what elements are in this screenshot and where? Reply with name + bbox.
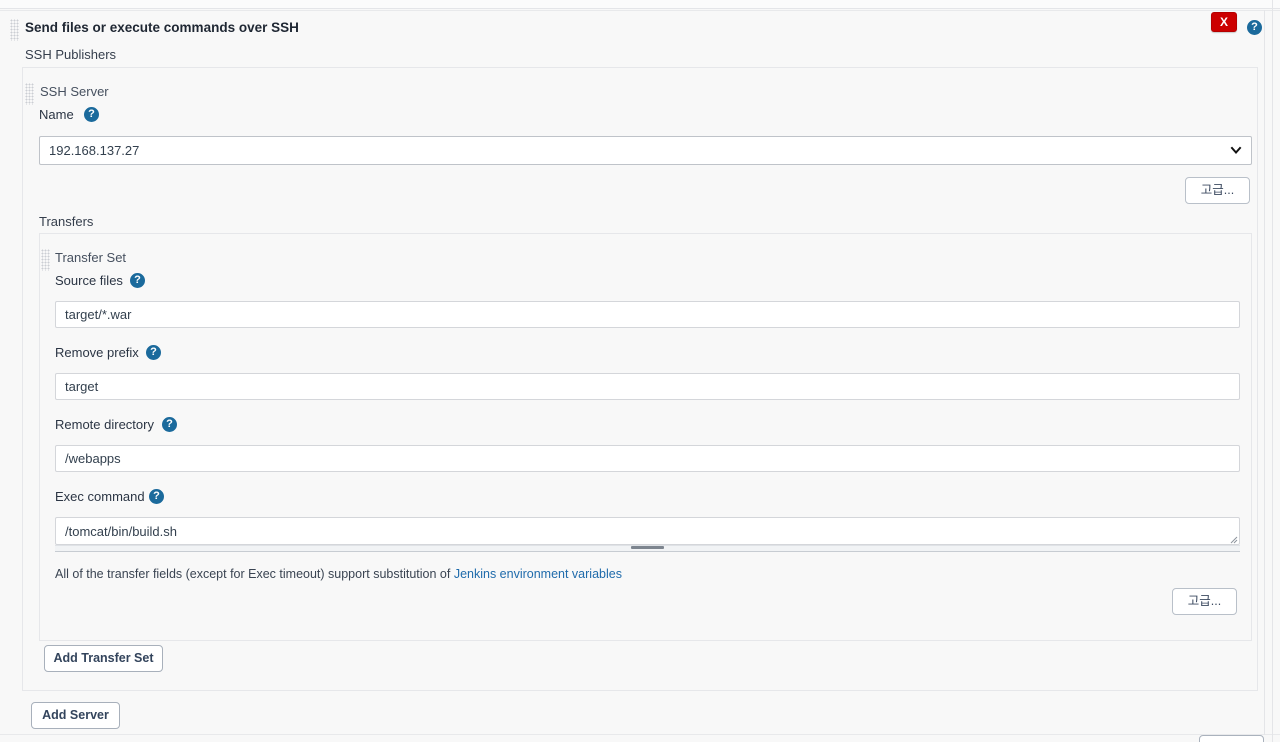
transfer-set-advanced-button[interactable]: 고급... — [1172, 588, 1237, 615]
ssh-publisher-configuration-page: Send files or execute commands over SSH … — [0, 0, 1280, 742]
transfer-set-label: Transfer Set — [55, 250, 127, 265]
top-strip-divider — [0, 0, 1280, 9]
remote-directory-help-icon[interactable]: ? — [162, 417, 177, 432]
bottom-partial-button[interactable] — [1199, 735, 1264, 742]
ssh-server-label: SSH Server — [40, 84, 109, 99]
ssh-publishers-label: SSH Publishers — [25, 47, 117, 62]
right-border-line — [1264, 10, 1265, 735]
exec-command-scrollbar-thumb[interactable] — [631, 546, 664, 549]
remove-prefix-help-icon[interactable]: ? — [146, 345, 161, 360]
page-title: Send files or execute commands over SSH — [25, 20, 299, 35]
exec-command-help-icon[interactable]: ? — [149, 489, 164, 504]
exec-command-textarea[interactable] — [55, 517, 1240, 545]
exec-command-label: Exec command — [55, 489, 145, 504]
source-files-help-icon[interactable]: ? — [130, 273, 145, 288]
remote-directory-label: Remote directory — [55, 417, 154, 432]
add-server-button[interactable]: Add Server — [31, 702, 120, 729]
add-transfer-set-button[interactable]: Add Transfer Set — [44, 645, 163, 672]
delete-publisher-button[interactable]: X — [1211, 12, 1237, 32]
help-question-icon[interactable]: ? — [1247, 20, 1262, 35]
transfers-label: Transfers — [39, 214, 94, 229]
remote-directory-input[interactable] — [55, 445, 1240, 472]
server-name-select[interactable]: 192.168.137.27 — [39, 136, 1252, 165]
server-name-help-icon[interactable]: ? — [84, 107, 99, 122]
server-advanced-button[interactable]: 고급... — [1185, 177, 1250, 204]
ssh-server-drag-handle[interactable] — [25, 83, 34, 105]
server-name-label: Name — [39, 107, 74, 122]
transfer-set-drag-handle[interactable] — [41, 249, 50, 271]
remove-prefix-input[interactable] — [55, 373, 1240, 400]
jenkins-environment-variables-link[interactable]: Jenkins environment variables — [454, 567, 622, 581]
remove-prefix-label: Remove prefix — [55, 345, 139, 360]
scrollbar-edge-line — [1272, 0, 1273, 742]
environment-variables-note: All of the transfer fields (except for E… — [55, 567, 622, 581]
note-prefix-text: All of the transfer fields (except for E… — [55, 567, 454, 581]
source-files-input[interactable] — [55, 301, 1240, 328]
source-files-label: Source files — [55, 273, 123, 288]
drag-handle-grip[interactable] — [10, 19, 19, 41]
